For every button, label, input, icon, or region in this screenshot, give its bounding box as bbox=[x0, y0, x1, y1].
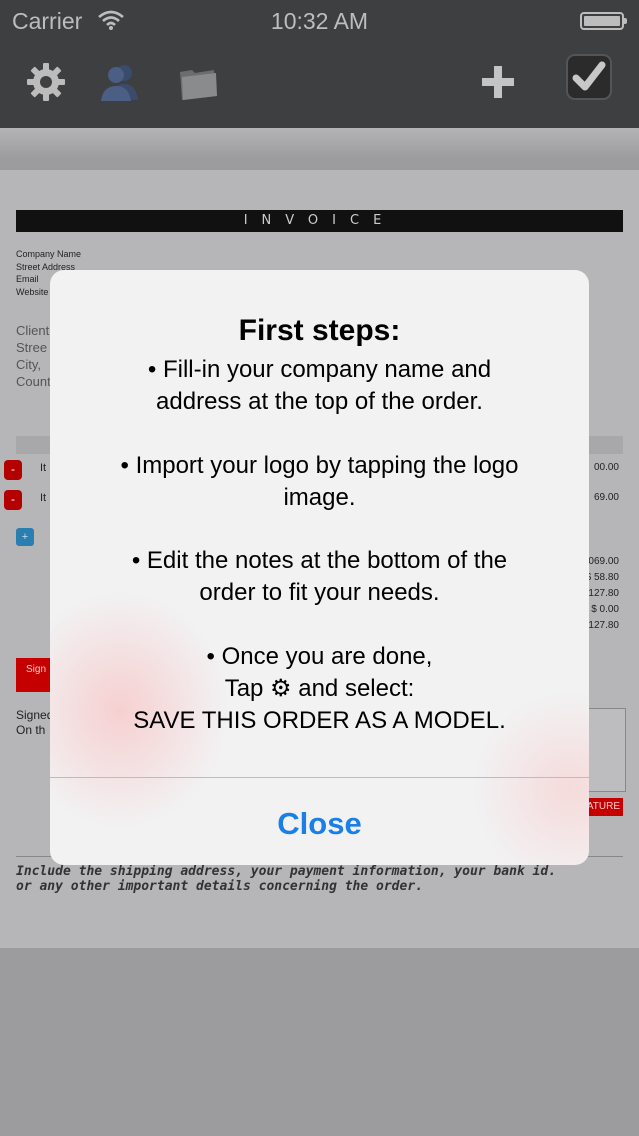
close-button[interactable]: Close bbox=[50, 778, 589, 865]
signed-block: Signed On th bbox=[16, 708, 53, 738]
alert-title: First steps: bbox=[238, 314, 401, 347]
step-line: image. bbox=[283, 484, 356, 511]
notes-line: or any other important details concernin… bbox=[16, 879, 423, 894]
step-save-model: • Once you are done, Tap ⚙ and select: S… bbox=[70, 641, 569, 737]
step-fill-company: • Fill-in your company name and address … bbox=[70, 354, 569, 418]
step-line: • Import your logo by tapping the logo bbox=[120, 452, 519, 479]
client-block[interactable]: Client Stree City, Count bbox=[16, 322, 51, 390]
battery-icon bbox=[580, 12, 627, 30]
item-amount: 00.00 bbox=[593, 462, 619, 473]
item-label: It bbox=[40, 492, 47, 504]
tax-value: $ 58.80 bbox=[585, 572, 619, 583]
step-line: SAVE THIS ORDER AS A MODEL. bbox=[133, 707, 506, 734]
client-country: Count bbox=[16, 374, 51, 389]
notes-text[interactable]: Include the shipping address, your payme… bbox=[16, 864, 556, 894]
status-bar: Carrier 10:32 AM bbox=[0, 0, 639, 42]
company-name: Company Name bbox=[16, 249, 82, 259]
signed-date-label: On th bbox=[16, 723, 46, 737]
step-line: Tap ⚙ and select: bbox=[224, 675, 415, 702]
remove-item-button[interactable]: - bbox=[4, 490, 22, 510]
step-import-logo: • Import your logo by tapping the logo i… bbox=[70, 450, 569, 514]
client-name: Client bbox=[16, 323, 50, 338]
first-steps-alert: First steps: • Fill-in your company name… bbox=[50, 270, 589, 865]
step-line: • Once you are done, bbox=[206, 643, 433, 670]
balance-value: .127.80 bbox=[585, 620, 619, 631]
gear-icon[interactable] bbox=[24, 60, 68, 104]
document-edge bbox=[0, 128, 639, 158]
checkmark-icon[interactable] bbox=[566, 54, 612, 100]
step-edit-notes: • Edit the notes at the bottom of the or… bbox=[70, 545, 569, 609]
remove-item-button[interactable]: - bbox=[4, 460, 22, 480]
notes-line: Include the shipping address, your payme… bbox=[16, 864, 557, 879]
clock: 10:32 AM bbox=[270, 8, 369, 34]
client-city: City, bbox=[16, 357, 42, 372]
step-line: • Edit the notes at the bottom of the bbox=[131, 547, 508, 574]
signed-label: Signed bbox=[16, 708, 54, 722]
folder-icon[interactable] bbox=[176, 60, 220, 104]
item-amount: 69.00 bbox=[593, 492, 619, 503]
invoice-title-bar: INVOICE bbox=[16, 210, 623, 232]
client-street: Stree bbox=[16, 340, 48, 355]
top-bar: Carrier 10:32 AM bbox=[0, 0, 639, 128]
step-line: • Fill-in your company name and bbox=[147, 356, 492, 383]
plus-icon[interactable] bbox=[476, 60, 520, 104]
step-line: order to fit your needs. bbox=[199, 579, 440, 606]
item-label: It bbox=[40, 462, 47, 474]
total-value: .127.80 bbox=[585, 588, 619, 599]
contacts-icon[interactable] bbox=[98, 60, 142, 104]
subtotal-value: .069.00 bbox=[585, 556, 619, 567]
alert-message: First steps: • Fill-in your company name… bbox=[50, 270, 589, 777]
step-line: address at the top of the order. bbox=[156, 388, 483, 415]
add-item-button[interactable]: + bbox=[16, 528, 34, 546]
paid-value: $ 0.00 bbox=[591, 604, 619, 615]
